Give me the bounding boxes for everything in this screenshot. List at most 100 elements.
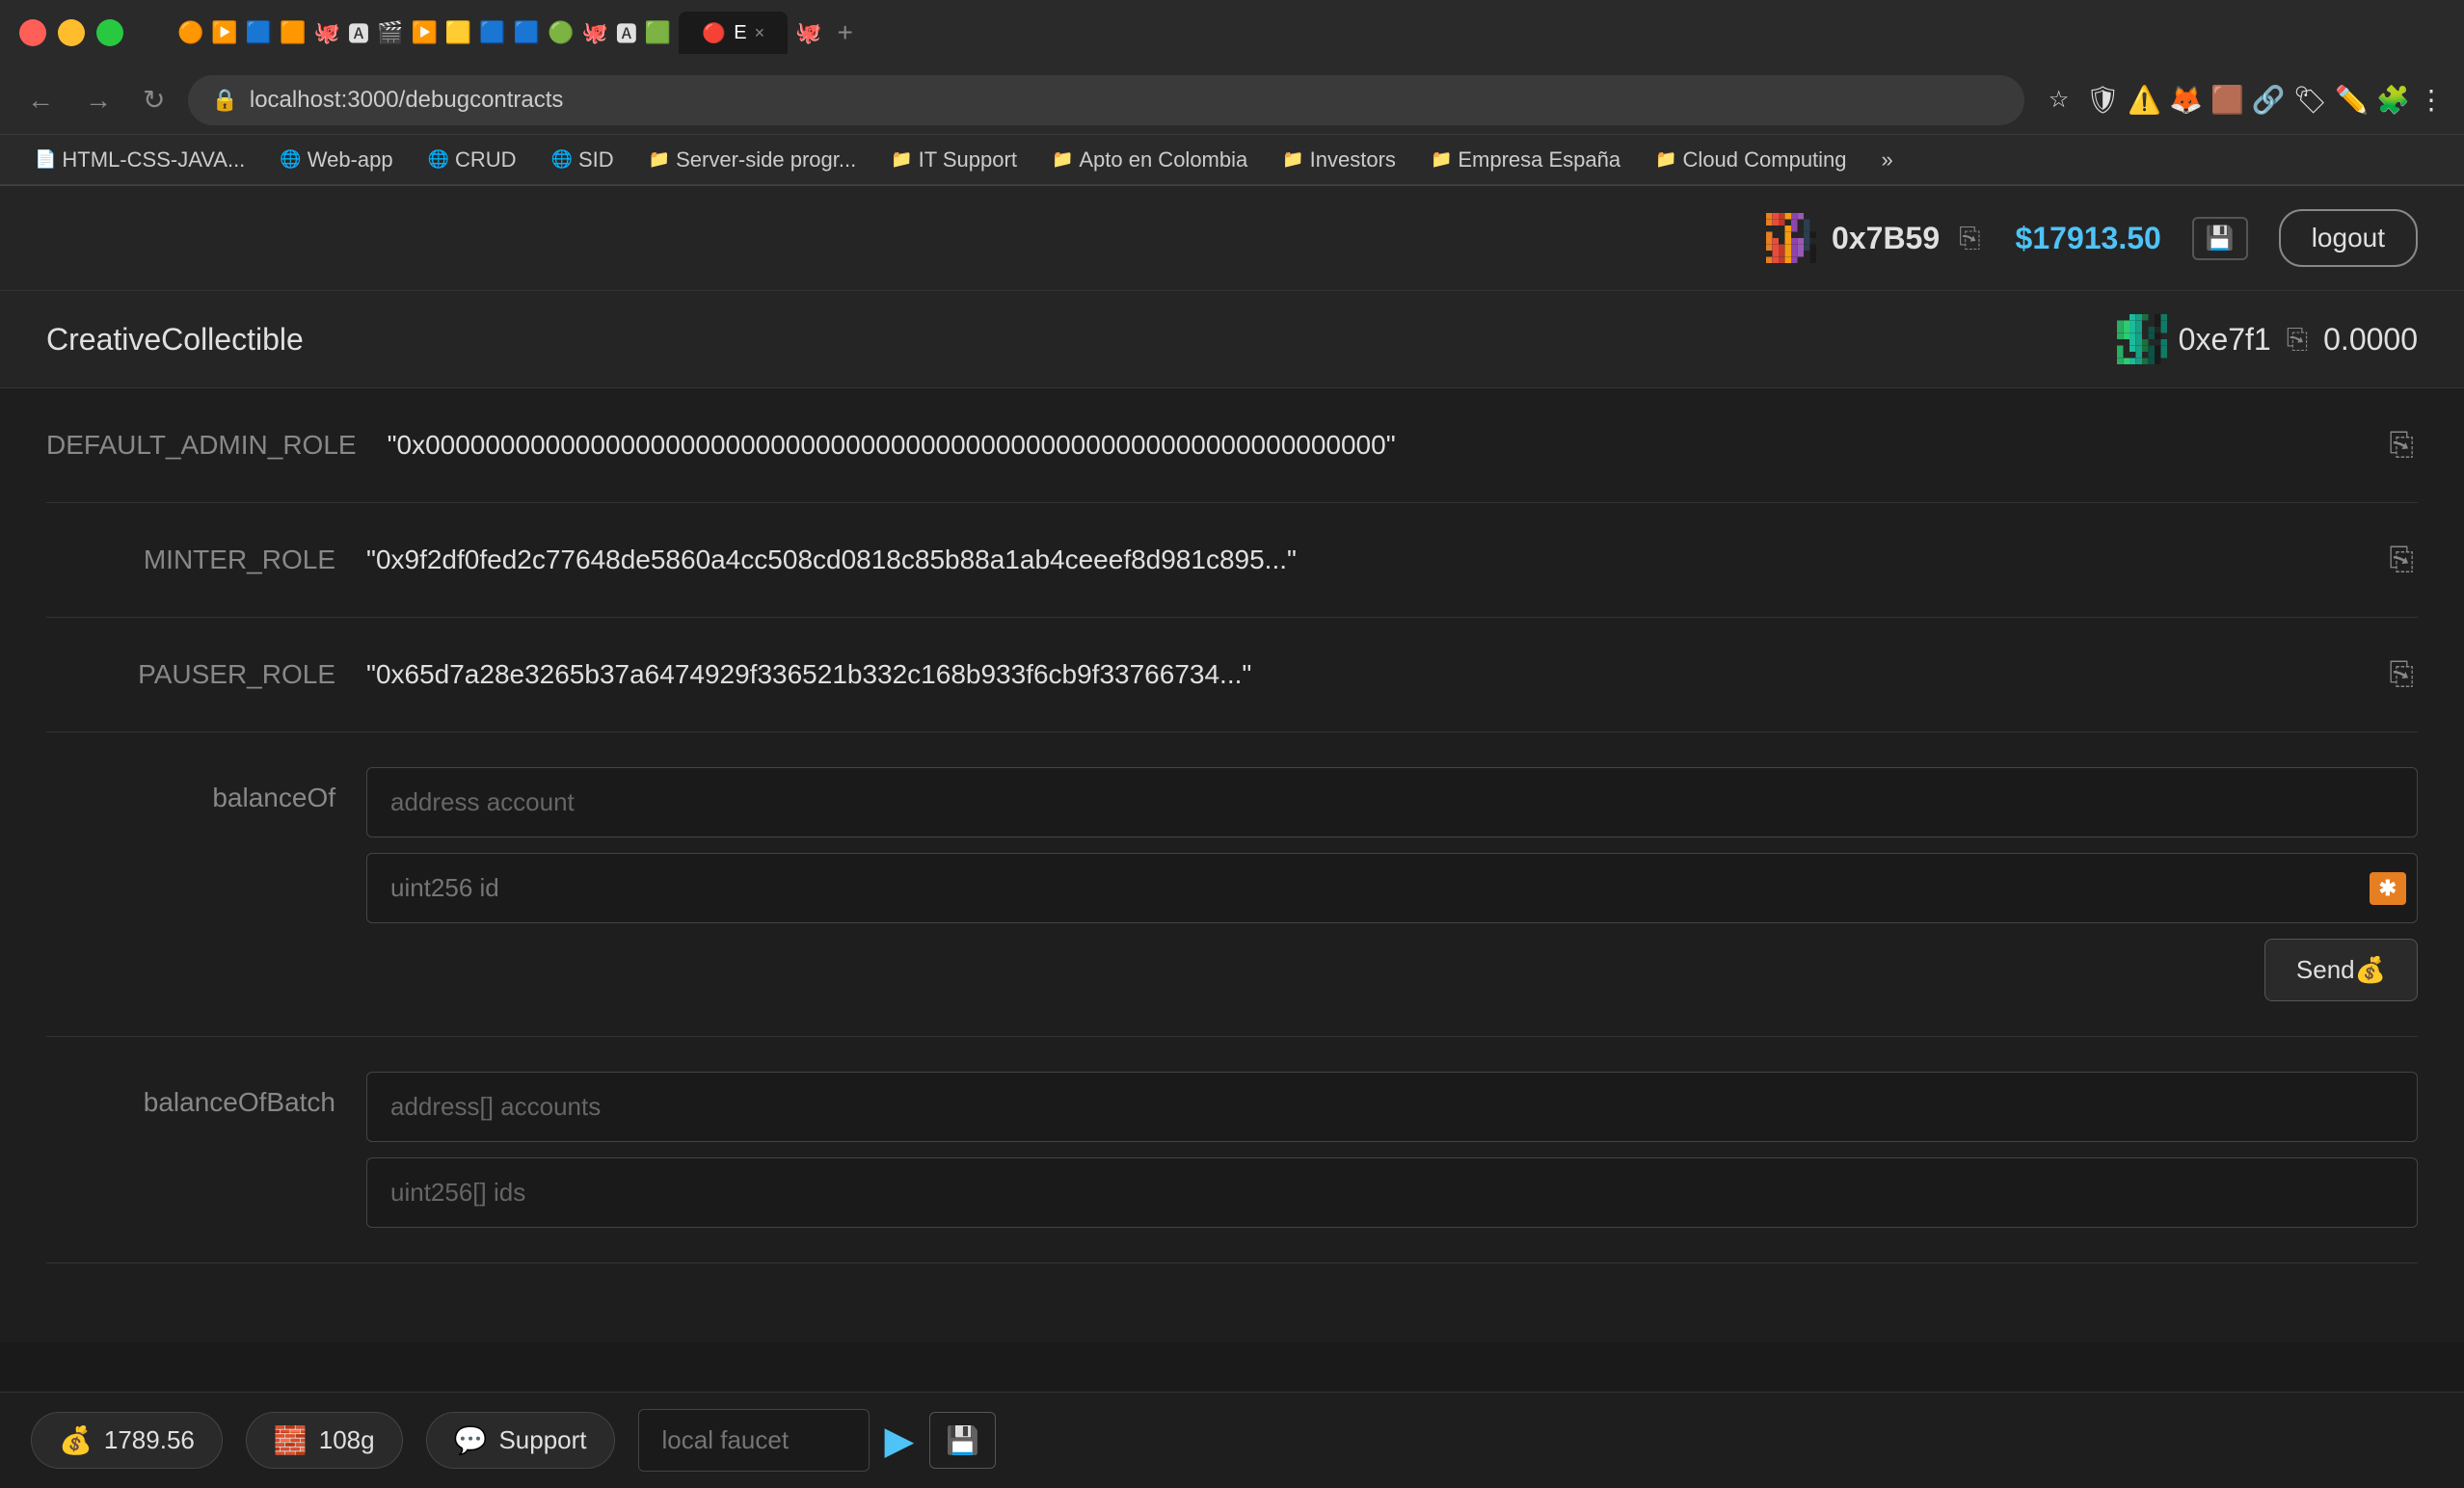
bookmark-apto-label: Apto en Colombia [1079,147,1247,173]
role-value-default-admin: "0x0000000000000000000000000000000000000… [388,430,2355,461]
roles-section: DEFAULT_ADMIN_ROLE "0x000000000000000000… [0,388,2464,1263]
bookmark-webapp-icon: 🌐 [280,149,301,170]
faucet-save-button[interactable]: 💾 [929,1412,996,1469]
support-stat-icon: 💬 [454,1424,488,1456]
lock-icon: 🔒 [211,88,237,113]
role-row-minter: MINTER_ROLE "0x9f2df0fed2c77648de5860a4c… [46,503,2418,618]
bookmark-crud-label: CRUD [455,147,517,173]
bookmark-server-icon: 📁 [649,149,670,170]
role-name-default-admin: DEFAULT_ADMIN_ROLE [46,430,357,461]
bookmark-sid-label: SID [578,147,614,173]
role-row-default-admin: DEFAULT_ADMIN_ROLE "0x000000000000000000… [46,388,2418,503]
fox-icon[interactable]: 🦊 [2169,84,2203,116]
bottom-bar: 💰 1789.56 🧱 108g 💬 Support ▶ 💾 [0,1392,2464,1488]
brave-icon[interactable]: 🛡 [2086,84,2121,116]
function-inputs-balance-of: ✱ Send💰 [366,767,2418,1001]
tab-close-icon[interactable]: × [755,23,765,43]
minimize-button[interactable] [58,19,85,46]
bookmark-cloud[interactable]: 📁 Cloud Computing [1640,142,1861,178]
role-value-pauser: "0x65d7a28e3265b37a6474929f336521b332c16… [366,659,2354,690]
faucet-area: ▶ 💾 [638,1409,2433,1472]
bookmark-apto[interactable]: 📁 Apto en Colombia [1036,142,1263,178]
function-name-balance-of-batch: balanceOfBatch [46,1072,335,1118]
nav-icons: ☆ 🛡 ⚠️ 🦊 🟫 🔗 🏷 ✏️ 🧩 ⋮ [2040,81,2445,120]
logout-button[interactable]: logout [2279,209,2418,267]
forward-button[interactable]: → [77,77,120,123]
bookmark-it[interactable]: 📁 IT Support [875,142,1032,178]
bookmark-sid[interactable]: 🌐 SID [536,142,629,178]
copy-default-admin-button[interactable]: ⎘ [2385,423,2418,467]
puzzle-icon[interactable]: 🧩 [2376,84,2410,116]
cube-icon[interactable]: 🟫 [2210,84,2244,116]
bookmark-cloud-icon: 📁 [1655,149,1676,170]
role-name-pauser: PAUSER_ROLE [46,659,335,690]
link-icon[interactable]: 🔗 [2252,84,2286,116]
badge-icon[interactable]: 🏷 [2293,84,2328,116]
faucet-send-button[interactable]: ▶ [885,1419,915,1463]
contract-header: CreativeCollectible 0xe7f1 ⎘ 0.0000 [0,291,2464,388]
bookmark-cloud-label: Cloud Computing [1683,147,1847,173]
traffic-lights [19,19,123,46]
contract-balance: 0.0000 [2323,322,2418,358]
balance-of-id-input[interactable] [366,853,2418,923]
function-name-balance-of: balanceOf [46,767,335,813]
bookmark-html[interactable]: 📄 HTML-CSS-JAVA... [19,142,260,178]
bookmark-investors[interactable]: 📁 Investors [1267,142,1411,178]
contract-wallet: 0xe7f1 ⎘ 0.0000 [2117,314,2418,364]
close-button[interactable] [19,19,46,46]
gas-stat-value: 108g [319,1425,375,1455]
bookmark-server-label: Server-side progr... [676,147,856,173]
content-inner: 0x7B59 ⎘ $17913.50 💾 logout CreativeColl… [0,186,2464,1342]
menu-icon[interactable]: ⋮ [2418,84,2445,116]
copy-contract-address-button[interactable]: ⎘ [2283,320,2312,359]
function-row-balance-of: balanceOf ✱ Send💰 [46,732,2418,1037]
wallet-avatar [1766,213,1816,263]
balance-of-address-input[interactable] [366,767,2418,837]
copy-pauser-button[interactable]: ⎘ [2385,652,2418,697]
bookmark-crud[interactable]: 🌐 CRUD [413,142,532,178]
copy-minter-button[interactable]: ⎘ [2385,538,2418,582]
bookmark-server[interactable]: 📁 Server-side progr... [633,142,872,178]
bookmark-investors-label: Investors [1310,147,1396,173]
stat-balance[interactable]: 💰 1789.56 [31,1412,223,1469]
contract-address: 0xe7f1 [2179,322,2271,358]
faucet-input[interactable] [638,1409,870,1472]
balance-of-batch-accounts-input[interactable] [366,1072,2418,1142]
copy-address-button[interactable]: ⎘ [1955,219,1984,258]
bookmark-it-icon: 📁 [891,149,912,170]
wallet-balance: $17913.50 [2016,221,2161,256]
back-button[interactable]: ← [19,77,62,123]
balance-stat-icon: 💰 [59,1424,93,1456]
bookmark-more[interactable]: » [1866,142,1909,178]
bookmark-crud-icon: 🌐 [428,149,449,170]
save-wallet-button[interactable]: 💾 [2192,217,2248,260]
reload-button[interactable]: ↻ [135,76,173,123]
stat-gas[interactable]: 🧱 108g [246,1412,403,1469]
nav-bar: ← → ↻ 🔒 localhost:3000/debugcontracts ☆ … [0,66,2464,135]
gas-stat-icon: 🧱 [274,1424,308,1456]
bookmark-sid-icon: 🌐 [551,149,573,170]
balance-of-batch-ids-input[interactable] [366,1157,2418,1228]
balance-of-send-button[interactable]: Send💰 [2264,939,2418,1001]
function-row-balance-of-batch: balanceOfBatch [46,1037,2418,1263]
bookmark-webapp-label: Web-app [308,147,393,173]
bookmark-webapp[interactable]: 🌐 Web-app [264,142,408,178]
bookmark-empresa-icon: 📁 [1431,149,1452,170]
stat-support[interactable]: 💬 Support [426,1412,615,1469]
active-tab[interactable]: 🔴 E × [679,12,788,54]
bookmark-html-icon: 📄 [35,149,56,170]
contract-avatar [2117,314,2167,364]
bookmark-apto-icon: 📁 [1052,149,1073,170]
pen-icon[interactable]: ✏️ [2335,84,2369,116]
bookmark-empresa[interactable]: 📁 Empresa España [1415,142,1636,178]
function-inputs-balance-of-batch [366,1072,2418,1228]
balance-of-id-wrapper: ✱ [366,853,2418,923]
address-bar[interactable]: 🔒 localhost:3000/debugcontracts [188,75,2023,125]
maximize-button[interactable] [96,19,123,46]
header-bar: 0x7B59 ⎘ $17913.50 💾 logout [0,186,2464,291]
alert-icon[interactable]: ⚠️ [2128,84,2161,116]
new-tab-button[interactable]: + [837,17,852,48]
content-scroll[interactable]: 0x7B59 ⎘ $17913.50 💾 logout CreativeColl… [0,186,2464,1342]
role-value-minter: "0x9f2df0fed2c77648de5860a4cc508cd0818c8… [366,545,2354,575]
star-icon[interactable]: ☆ [2040,81,2078,120]
